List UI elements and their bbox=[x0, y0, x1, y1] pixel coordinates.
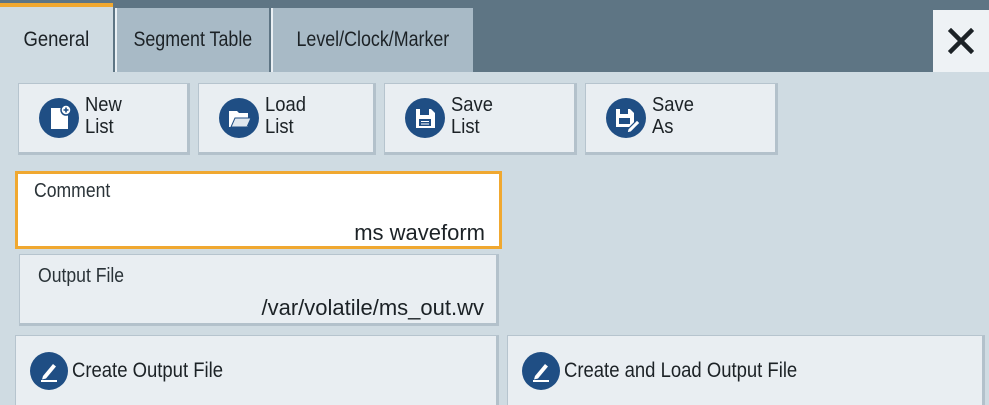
save-as-label: Save As bbox=[652, 94, 694, 138]
comment-value: ms waveform bbox=[354, 220, 485, 245]
folder-icon bbox=[219, 98, 259, 138]
create-and-load-output-file-label: Create and Load Output File bbox=[564, 358, 798, 382]
tab-level-clock-marker[interactable]: Level/Clock/Marker bbox=[271, 8, 473, 72]
tab-level-clock-marker-label: Level/Clock/Marker bbox=[296, 28, 450, 51]
tab-segment-table-label: Segment Table bbox=[133, 28, 253, 51]
save-as-button[interactable]: Save As bbox=[585, 83, 778, 155]
comment-field[interactable]: Comment ms waveform bbox=[15, 171, 502, 249]
output-file-value: /var/volatile/ms_out.wv bbox=[261, 295, 484, 320]
pencil-icon bbox=[522, 351, 560, 390]
output-file-label: Output File bbox=[38, 265, 125, 287]
new-list-label: New List bbox=[85, 94, 122, 138]
create-and-load-output-file-button[interactable]: Create and Load Output File bbox=[507, 335, 985, 405]
save-as-icon bbox=[606, 98, 646, 138]
pencil-icon bbox=[30, 351, 68, 390]
load-list-button[interactable]: Load List bbox=[198, 83, 376, 155]
create-output-file-label: Create Output File bbox=[72, 358, 224, 382]
tab-general[interactable]: General bbox=[0, 3, 113, 72]
new-list-icon bbox=[39, 98, 79, 138]
tab-general-label: General bbox=[23, 27, 90, 51]
save-list-button[interactable]: Save List bbox=[384, 83, 577, 155]
close-button[interactable] bbox=[933, 10, 989, 72]
close-icon bbox=[948, 28, 974, 54]
save-icon bbox=[405, 98, 445, 138]
save-list-label: Save List bbox=[451, 94, 493, 138]
create-output-file-button[interactable]: Create Output File bbox=[15, 335, 499, 405]
comment-label: Comment bbox=[34, 180, 111, 202]
new-list-button[interactable]: New List bbox=[18, 83, 190, 155]
tab-segment-table[interactable]: Segment Table bbox=[115, 8, 269, 72]
output-file-field[interactable]: Output File /var/volatile/ms_out.wv bbox=[19, 254, 499, 326]
load-list-label: Load List bbox=[265, 94, 306, 138]
